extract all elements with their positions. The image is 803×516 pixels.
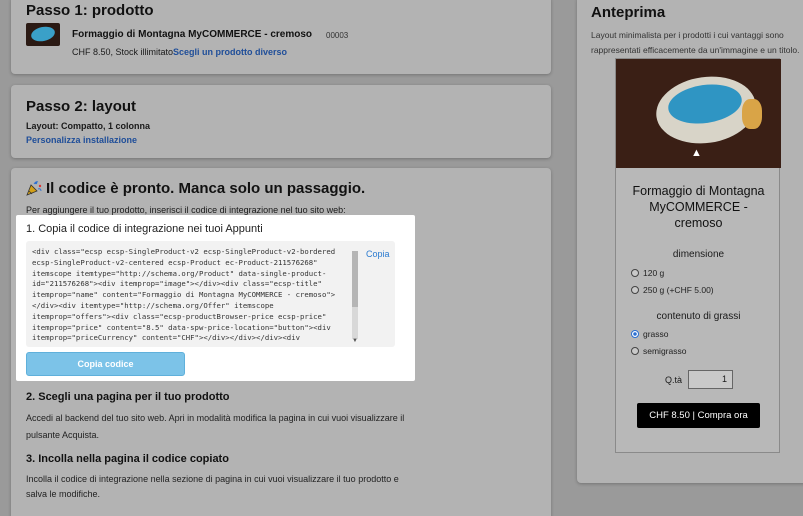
widget-product-name: Formaggio di Montagna MyCOMMERCE - cremo… bbox=[632, 184, 765, 230]
step1-title: Passo 1: prodotto bbox=[26, 2, 154, 19]
product-widget-preview: ▲ Formaggio di Montagna MyCOMMERCE - cre… bbox=[615, 58, 781, 453]
paste-code-title: 3. Incolla nella pagina il codice copiat… bbox=[26, 453, 229, 465]
product-name: Formaggio di Montagna MyCOMMERCE - cremo… bbox=[72, 29, 313, 40]
size-option-text: 120 g bbox=[643, 268, 665, 278]
copy-code-panel: 1. Copia il codice di integrazione nei t… bbox=[16, 215, 415, 381]
step-layout-card: Passo 2: layout Layout: Compatto, 1 colo… bbox=[11, 85, 551, 158]
party-popper-icon bbox=[26, 181, 42, 196]
size-option-label: dimensione bbox=[672, 249, 725, 260]
customize-install-link[interactable]: Personalizza installazione bbox=[26, 135, 137, 145]
scroll-down-icon[interactable]: ▼ bbox=[352, 338, 358, 344]
change-product-link[interactable]: Scegli un prodotto diverso bbox=[173, 47, 287, 57]
embed-code-text[interactable]: <div class="ecsp ecsp-SingleProduct-v2 e… bbox=[32, 247, 344, 343]
preview-panel: Anteprima Layout minimalista per i prodo… bbox=[577, 0, 803, 483]
choose-page-title: 2. Scegli una pagina per il tuo prodotto bbox=[26, 391, 230, 403]
code-scrollbar-thumb[interactable] bbox=[352, 251, 358, 307]
paste-code-text: Incolla il codice di integrazione nella … bbox=[26, 474, 399, 499]
code-ready-intro: Per aggiungere il tuo prodotto, inserisc… bbox=[26, 205, 346, 215]
quantity-input[interactable]: 1 bbox=[688, 370, 733, 389]
radio-selected-icon[interactable] bbox=[631, 330, 639, 338]
fat-option-text: grasso bbox=[643, 329, 669, 339]
copy-link[interactable]: Copia bbox=[366, 249, 390, 259]
fat-option-grasso[interactable]: grasso bbox=[631, 329, 669, 339]
code-ready-title: Il codice è pronto. Manca solo un passag… bbox=[46, 180, 366, 197]
fat-option-label: contenuto di grassi bbox=[656, 311, 741, 322]
preview-title: Anteprima bbox=[591, 4, 666, 21]
fat-option-semigrasso[interactable]: semigrasso bbox=[631, 346, 686, 356]
radio-icon[interactable] bbox=[631, 286, 639, 294]
product-meta: CHF 8.50, Stock illimitato bbox=[72, 47, 174, 57]
product-image: ▲ bbox=[616, 59, 781, 168]
radio-icon[interactable] bbox=[631, 269, 639, 277]
product-code: 00003 bbox=[326, 31, 349, 40]
step2-title: Passo 2: layout bbox=[26, 98, 137, 115]
copy-code-title: 1. Copia il codice di integrazione nei t… bbox=[26, 223, 263, 235]
copy-code-button[interactable]: Copia codice bbox=[26, 352, 185, 376]
mouse-cursor-icon: ▲ bbox=[691, 147, 702, 159]
size-option-250g[interactable]: 250 g (+CHF 5.00) bbox=[631, 285, 714, 295]
size-option-120g[interactable]: 120 g bbox=[631, 268, 664, 278]
preview-description: Layout minimalista per i prodotti i cui … bbox=[591, 30, 800, 55]
layout-summary: Layout: Compatto, 1 colonna bbox=[26, 121, 151, 131]
product-thumbnail bbox=[26, 23, 60, 46]
radio-icon[interactable] bbox=[631, 347, 639, 355]
buy-now-button[interactable]: CHF 8.50 | Compra ora bbox=[637, 403, 760, 428]
size-option-text: 250 g (+CHF 5.00) bbox=[643, 285, 714, 295]
step-product-card: Passo 1: prodotto Formaggio di Montagna … bbox=[11, 0, 551, 74]
choose-page-text: Accedi al backend del tuo sito web. Apri… bbox=[26, 413, 405, 440]
quantity-label: Q.tà bbox=[665, 375, 683, 385]
fat-option-text: semigrasso bbox=[643, 346, 687, 356]
embed-code-box[interactable]: <div class="ecsp ecsp-SingleProduct-v2 e… bbox=[26, 241, 395, 347]
